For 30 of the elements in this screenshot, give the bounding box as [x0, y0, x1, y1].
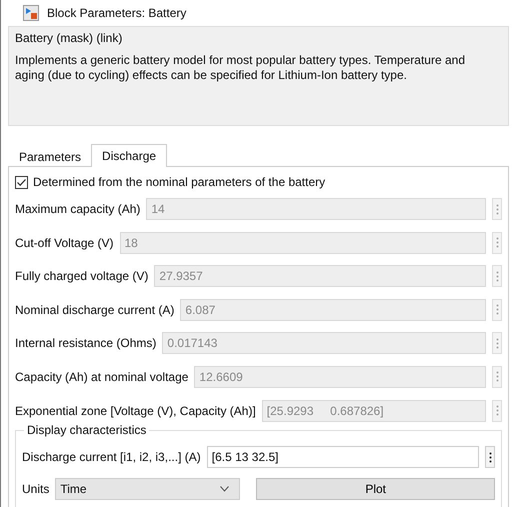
- more-icon: [496, 371, 498, 382]
- tab[interactable]: Discharge: [91, 144, 168, 167]
- more-icon: [496, 204, 498, 214]
- more-icon: [496, 270, 498, 282]
- plot-button[interactable]: Plot: [256, 478, 495, 500]
- more-icon: [496, 405, 498, 416]
- group-title: Display characteristics: [24, 423, 150, 438]
- chevron-down-icon: [220, 486, 230, 492]
- units-label: Units: [22, 482, 50, 496]
- more-icon: [488, 452, 492, 463]
- more-icon: [496, 338, 498, 349]
- checkbox-label: Determined from the nominal parameters of the battery: [33, 175, 326, 189]
- field-label: Nominal discharge current (A): [15, 302, 174, 317]
- mask-title: Battery (mask) (link): [15, 31, 122, 45]
- field-label: Capacity (Ah) at nominal voltage: [15, 370, 188, 384]
- more-button[interactable]: [485, 446, 495, 468]
- field-label: Maximum capacity (Ah): [15, 202, 140, 216]
- field-label: Fully charged voltage (V): [15, 269, 148, 284]
- field-label: Cut-off Voltage (V): [15, 236, 114, 250]
- more-icon: [496, 237, 498, 248]
- mask-description: Implements a generic battery model for most popular battery types. Temperature and aging (due to cycling) effects can be specified for Lithium-Ion battery type.: [15, 53, 466, 83]
- field-label: Exponential zone [Voltage (V), Capacity (Ah)]: [15, 404, 256, 418]
- more-icon: [496, 304, 498, 316]
- checkbox[interactable]: [15, 176, 28, 188]
- field-label: Discharge current [i1, i2, i3,...] (A): [22, 450, 201, 464]
- input-field[interactable]: [6.5 13 32.5]: [206, 446, 479, 468]
- field-label: Internal resistance (Ohms): [15, 336, 156, 350]
- app-icon: [23, 5, 39, 21]
- units-dropdown[interactable]: Time: [55, 478, 240, 500]
- window-title: Block Parameters: Battery: [47, 6, 186, 20]
